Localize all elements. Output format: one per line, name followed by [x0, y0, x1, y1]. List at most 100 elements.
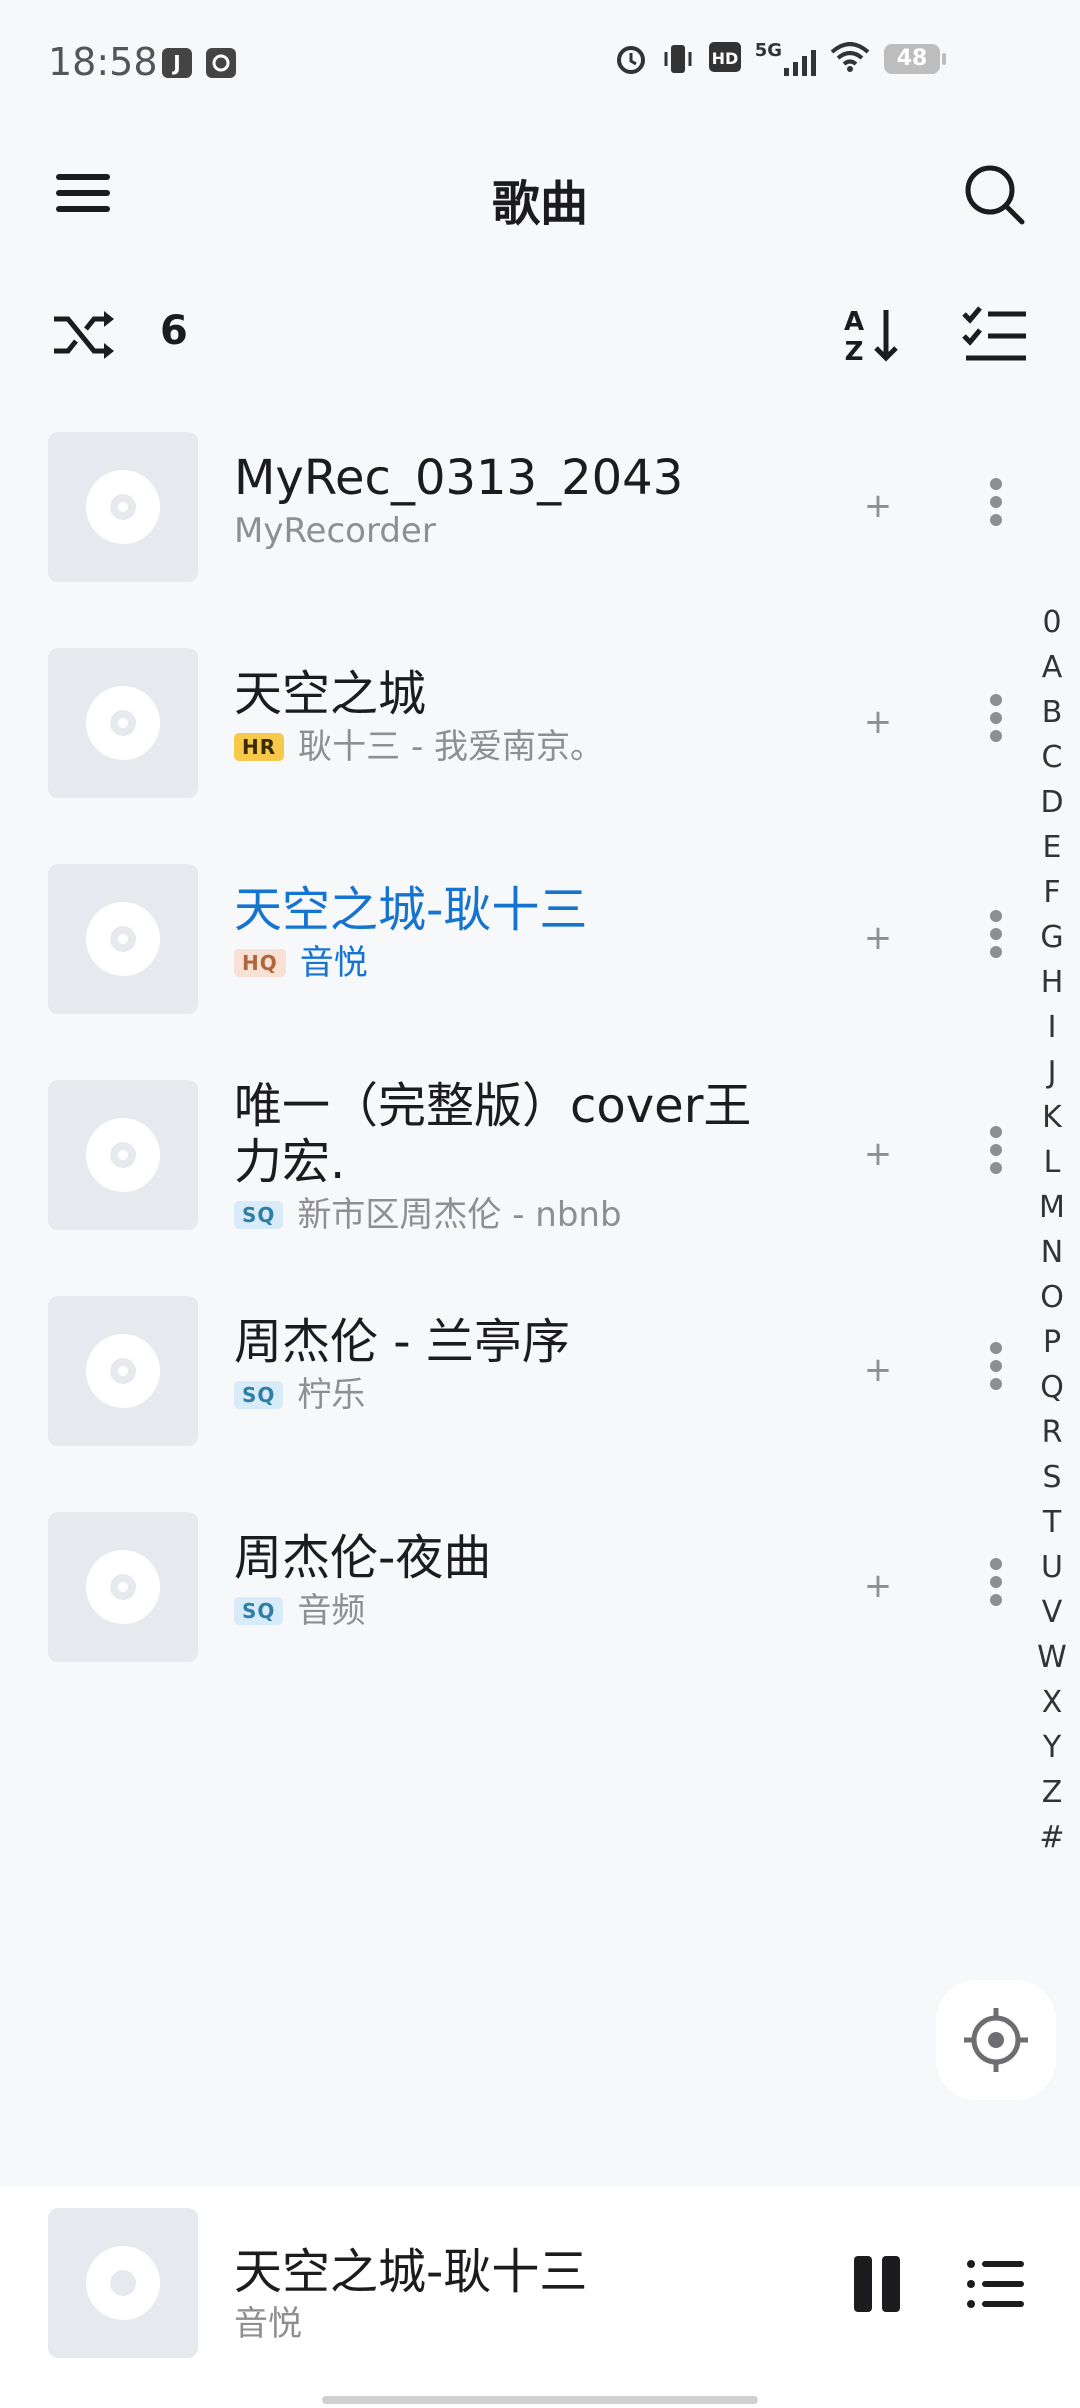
index-letter[interactable]: W — [1028, 1635, 1076, 1680]
add-to-playlist-button[interactable]: + — [856, 700, 900, 744]
index-letter[interactable]: N — [1028, 1230, 1076, 1275]
index-letter[interactable]: Y — [1028, 1725, 1076, 1770]
wifi-icon — [830, 42, 870, 76]
song-row[interactable]: 周杰伦-夜曲 SQ 音频 + — [0, 1512, 1020, 1728]
song-row[interactable]: 天空之城 HR 耿十三 - 我爱南京。 + — [0, 648, 1020, 864]
alphabet-index[interactable]: 0 A B C D E F G H I J K L M N O P Q R S … — [1028, 600, 1076, 1860]
music-app-screen: 18:58 J HD 5G 48 歌曲 6 A Z MyRec_0313_204… — [0, 0, 1080, 2408]
status-bar: 18:58 J HD 5G 48 — [0, 0, 1080, 130]
checklist-icon — [962, 306, 1026, 361]
now-playing-cover[interactable] — [48, 2208, 198, 2358]
more-options-button[interactable] — [976, 904, 1016, 974]
multi-select-button[interactable] — [960, 302, 1030, 368]
album-cover — [48, 1296, 198, 1446]
add-to-playlist-button[interactable]: + — [856, 1348, 900, 1392]
index-letter[interactable]: Q — [1028, 1365, 1076, 1410]
index-letter[interactable]: 0 — [1028, 600, 1076, 645]
svg-text:HD: HD — [711, 49, 738, 68]
index-letter[interactable]: P — [1028, 1320, 1076, 1365]
quality-badge: SQ — [234, 1381, 284, 1409]
list-toolbar: 6 A Z — [0, 280, 1080, 390]
song-info: 周杰伦-夜曲 SQ 音频 — [234, 1530, 794, 1632]
song-artist: MyRecorder — [234, 511, 436, 551]
song-title: 唯一（完整版）cover王力宏. — [234, 1078, 752, 1190]
add-to-playlist-button[interactable]: + — [856, 484, 900, 528]
more-options-button[interactable] — [976, 1336, 1016, 1406]
disc-icon — [86, 686, 160, 760]
status-icons: HD 5G 48 — [615, 42, 946, 76]
song-title: 周杰伦 - 兰亭序 — [234, 1314, 570, 1370]
index-letter[interactable]: T — [1028, 1500, 1076, 1545]
index-letter[interactable]: C — [1028, 735, 1076, 780]
song-row-playing[interactable]: 天空之城-耿十三 HQ 音悦 + — [0, 864, 1020, 1080]
song-info: 天空之城 HR 耿十三 - 我爱南京。 — [234, 666, 794, 768]
now-playing-bar[interactable]: 天空之城-耿十三 音悦 — [0, 2186, 1080, 2408]
gallery-notification-icon — [206, 48, 236, 78]
more-options-button[interactable] — [976, 1120, 1016, 1190]
app-notification-icon: J — [162, 48, 192, 78]
song-row[interactable]: 周杰伦 - 兰亭序 SQ 柠乐 + — [0, 1296, 1020, 1512]
index-letter[interactable]: J — [1028, 1050, 1076, 1095]
index-letter[interactable]: R — [1028, 1410, 1076, 1455]
more-options-button[interactable] — [976, 472, 1016, 542]
home-indicator[interactable] — [322, 2396, 758, 2404]
status-time: 18:58 — [48, 40, 158, 84]
locate-current-song-button[interactable] — [936, 1980, 1056, 2100]
song-info: 天空之城-耿十三 HQ 音悦 — [234, 882, 794, 984]
index-letter[interactable]: O — [1028, 1275, 1076, 1320]
pause-button[interactable] — [852, 2256, 902, 2312]
song-subtitle: SQ 音频 — [234, 1590, 794, 1632]
quality-badge: HQ — [234, 949, 286, 977]
index-letter[interactable]: M — [1028, 1185, 1076, 1230]
index-letter[interactable]: F — [1028, 870, 1076, 915]
index-letter[interactable]: I — [1028, 1005, 1076, 1050]
index-letter[interactable]: # — [1028, 1815, 1076, 1860]
index-letter[interactable]: U — [1028, 1545, 1076, 1590]
quality-badge: HR — [234, 733, 285, 761]
album-cover — [48, 1080, 198, 1230]
index-letter[interactable]: V — [1028, 1590, 1076, 1635]
now-playing-title: 天空之城-耿十三 — [234, 2244, 588, 2300]
song-artist: 音频 — [297, 1591, 366, 1631]
add-to-playlist-button[interactable]: + — [856, 916, 900, 960]
index-letter[interactable]: S — [1028, 1455, 1076, 1500]
song-list: MyRec_0313_2043 MyRecorder + 天空之城 HR 耿十三… — [0, 432, 1020, 1728]
add-to-playlist-button[interactable]: + — [856, 1564, 900, 1608]
disc-icon — [86, 470, 160, 544]
svg-text:Z: Z — [845, 337, 864, 367]
index-letter[interactable]: H — [1028, 960, 1076, 1005]
index-letter[interactable]: K — [1028, 1095, 1076, 1140]
index-letter[interactable]: L — [1028, 1140, 1076, 1185]
svg-text:A: A — [844, 307, 864, 337]
more-options-button[interactable] — [976, 1552, 1016, 1622]
song-info: 周杰伦 - 兰亭序 SQ 柠乐 — [234, 1314, 794, 1416]
index-letter[interactable]: A — [1028, 645, 1076, 690]
page-title: 歌曲 — [491, 176, 588, 232]
song-subtitle: HQ 音悦 — [234, 942, 794, 984]
index-letter[interactable]: B — [1028, 690, 1076, 735]
search-button[interactable] — [960, 160, 1030, 230]
song-info: 唯一（完整版）cover王力宏. SQ 新市区周杰伦 - nbnb — [234, 1078, 774, 1236]
search-icon — [965, 165, 1025, 225]
disc-icon — [86, 1334, 160, 1408]
album-cover — [48, 432, 198, 582]
song-artist: 音悦 — [299, 943, 368, 983]
song-subtitle: HR 耿十三 - 我爱南京。 — [234, 726, 794, 768]
album-cover — [48, 1512, 198, 1662]
add-to-playlist-button[interactable]: + — [856, 1132, 900, 1176]
song-row[interactable]: 唯一（完整版）cover王力宏. SQ 新市区周杰伦 - nbnb + — [0, 1078, 1020, 1296]
disc-icon — [86, 1550, 160, 1624]
shuffle-play-button[interactable] — [50, 305, 120, 365]
index-letter[interactable]: X — [1028, 1680, 1076, 1725]
index-letter[interactable]: Z — [1028, 1770, 1076, 1815]
shuffle-icon — [54, 311, 114, 359]
index-letter[interactable]: E — [1028, 825, 1076, 870]
song-row[interactable]: MyRec_0313_2043 MyRecorder + — [0, 432, 1020, 648]
play-queue-button[interactable] — [966, 2256, 1026, 2312]
index-letter[interactable]: G — [1028, 915, 1076, 960]
index-letter[interactable]: D — [1028, 780, 1076, 825]
more-options-button[interactable] — [976, 688, 1016, 758]
song-title: 天空之城-耿十三 — [234, 882, 588, 938]
sort-button[interactable]: A Z — [840, 300, 910, 370]
queue-list-icon — [967, 2260, 1024, 2308]
